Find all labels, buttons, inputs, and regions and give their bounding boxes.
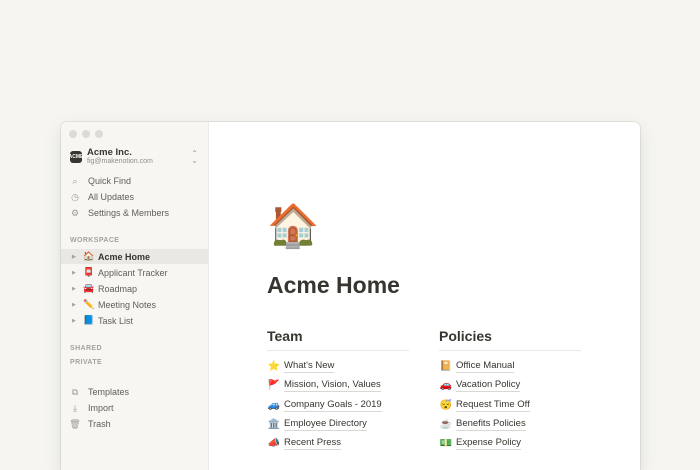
nav-label: Trash bbox=[88, 419, 111, 429]
gear-icon: ⚙ bbox=[70, 207, 80, 218]
link-label: Request Time Off bbox=[456, 399, 530, 412]
page-content: 🏠 Acme Home Team Policies ⭐ What's New 🚩… bbox=[208, 122, 640, 470]
clock-icon: ◷ bbox=[71, 191, 79, 202]
coffee-icon: ☕ bbox=[439, 419, 453, 430]
link-label: Company Goals - 2019 bbox=[284, 399, 382, 412]
car-icon: 🚗 bbox=[439, 380, 453, 391]
nav-all-updates[interactable]: ◷ All Updates bbox=[69, 190, 134, 204]
flag-icon: 🚩 bbox=[267, 380, 281, 391]
notebook-icon: 📔 bbox=[439, 361, 453, 372]
section-private: PRIVATE bbox=[70, 359, 103, 366]
link-company-goals[interactable]: 🚙 Company Goals - 2019 bbox=[267, 399, 382, 412]
toggle-arrow-icon[interactable]: ▶ bbox=[72, 286, 78, 292]
sidebar: ACME Acme Inc. fig@makenotion.com ⌃ ⌄ ⌕ Q… bbox=[61, 122, 209, 470]
car-icon: 🚘 bbox=[83, 283, 95, 293]
link-vacation-policy[interactable]: 🚗 Vacation Policy bbox=[439, 379, 521, 392]
search-icon: ⌕ bbox=[72, 175, 78, 186]
page-title[interactable]: Acme Home bbox=[267, 272, 400, 299]
sidebar-page-acme-home[interactable]: ▶ 🏠 Acme Home bbox=[61, 249, 208, 264]
section-workspace: WORKSPACE bbox=[70, 237, 120, 244]
workspace-logo: ACME bbox=[69, 151, 83, 163]
link-employee-directory[interactable]: 🏛️ Employee Directory bbox=[267, 418, 367, 431]
megaphone-icon: 📣 bbox=[267, 438, 281, 449]
link-mission-vision-values[interactable]: 🚩 Mission, Vision, Values bbox=[267, 379, 381, 392]
nav-trash[interactable]: 🗑 Trash bbox=[69, 417, 111, 431]
sleeping-face-icon: 😴 bbox=[439, 400, 453, 411]
link-expense-policy[interactable]: 💵 Expense Policy bbox=[439, 437, 521, 450]
templates-icon: ⧉ bbox=[71, 386, 79, 397]
nav-import[interactable]: ⤓ Import bbox=[69, 401, 114, 415]
sidebar-page-applicant-tracker[interactable]: ▶ 📮 Applicant Tracker bbox=[61, 265, 208, 280]
maximize-window-button[interactable] bbox=[95, 130, 103, 138]
workspace-email: fig@makenotion.com bbox=[87, 158, 153, 165]
sidebar-page-label: Task List bbox=[98, 315, 134, 326]
nav-settings-members[interactable]: ⚙ Settings & Members bbox=[69, 206, 169, 220]
nav-label: Quick Find bbox=[88, 176, 132, 186]
nav-label: All Updates bbox=[88, 192, 135, 202]
link-recent-press[interactable]: 📣 Recent Press bbox=[267, 437, 342, 450]
link-office-manual[interactable]: 📔 Office Manual bbox=[439, 360, 515, 373]
section-shared: SHARED bbox=[70, 345, 102, 352]
money-icon: 💵 bbox=[439, 438, 453, 449]
sidebar-page-label: Roadmap bbox=[98, 283, 138, 294]
window-controls bbox=[69, 130, 103, 138]
nav-label: Import bbox=[88, 403, 114, 413]
pencil-icon: ✏️ bbox=[83, 299, 95, 309]
sidebar-page-roadmap[interactable]: ▶ 🚘 Roadmap bbox=[61, 281, 208, 296]
app-window: ACME Acme Inc. fig@makenotion.com ⌃ ⌄ ⌕ Q… bbox=[61, 122, 640, 470]
toggle-arrow-icon[interactable]: ▶ bbox=[72, 302, 78, 308]
house-icon[interactable]: 🏠 bbox=[267, 202, 319, 250]
nav-label: Templates bbox=[88, 387, 130, 397]
toggle-arrow-icon[interactable]: ▶ bbox=[72, 270, 78, 276]
close-window-button[interactable] bbox=[69, 130, 77, 138]
sidebar-page-label: Applicant Tracker bbox=[98, 267, 168, 278]
nav-templates[interactable]: ⧉ Templates bbox=[69, 385, 129, 399]
column-heading-team: Team bbox=[267, 328, 409, 351]
house-icon: 🏠 bbox=[83, 251, 95, 261]
link-label: Mission, Vision, Values bbox=[284, 379, 381, 392]
building-icon: 🏛️ bbox=[267, 419, 281, 430]
chevron-updown-icon: ⌃ ⌄ bbox=[191, 149, 198, 165]
workspace-switcher[interactable]: ACME Acme Inc. fig@makenotion.com ⌃ ⌄ bbox=[69, 147, 202, 167]
nav-label: Settings & Members bbox=[88, 208, 170, 218]
sidebar-page-meeting-notes[interactable]: ▶ ✏️ Meeting Notes bbox=[61, 297, 208, 312]
car-icon: 🚙 bbox=[267, 400, 281, 411]
trash-icon: 🗑 bbox=[69, 418, 81, 429]
import-icon: ⤓ bbox=[73, 402, 77, 413]
mailbox-icon: 📮 bbox=[83, 267, 95, 277]
link-request-time-off[interactable]: 😴 Request Time Off bbox=[439, 399, 530, 412]
link-whats-new[interactable]: ⭐ What's New bbox=[267, 360, 335, 373]
sidebar-page-label: Acme Home bbox=[98, 251, 151, 262]
link-label: Vacation Policy bbox=[456, 379, 521, 392]
workspace-name: Acme Inc. bbox=[87, 147, 132, 158]
link-label: Expense Policy bbox=[456, 437, 521, 450]
book-icon: 📘 bbox=[83, 315, 95, 325]
toggle-arrow-icon[interactable]: ▶ bbox=[72, 254, 78, 260]
link-label: Office Manual bbox=[456, 360, 515, 373]
sidebar-page-task-list[interactable]: ▶ 📘 Task List bbox=[61, 313, 208, 328]
link-label: Employee Directory bbox=[284, 418, 367, 431]
star-icon: ⭐ bbox=[267, 361, 281, 372]
toggle-arrow-icon[interactable]: ▶ bbox=[72, 318, 78, 324]
nav-quick-find[interactable]: ⌕ Quick Find bbox=[69, 174, 131, 188]
column-heading-policies: Policies bbox=[439, 328, 581, 351]
link-label: Recent Press bbox=[284, 437, 342, 450]
minimize-window-button[interactable] bbox=[82, 130, 90, 138]
link-benefits-policies[interactable]: ☕ Benefits Policies bbox=[439, 418, 526, 431]
link-label: What's New bbox=[284, 360, 335, 373]
sidebar-page-label: Meeting Notes bbox=[98, 299, 157, 310]
link-label: Benefits Policies bbox=[456, 418, 526, 431]
